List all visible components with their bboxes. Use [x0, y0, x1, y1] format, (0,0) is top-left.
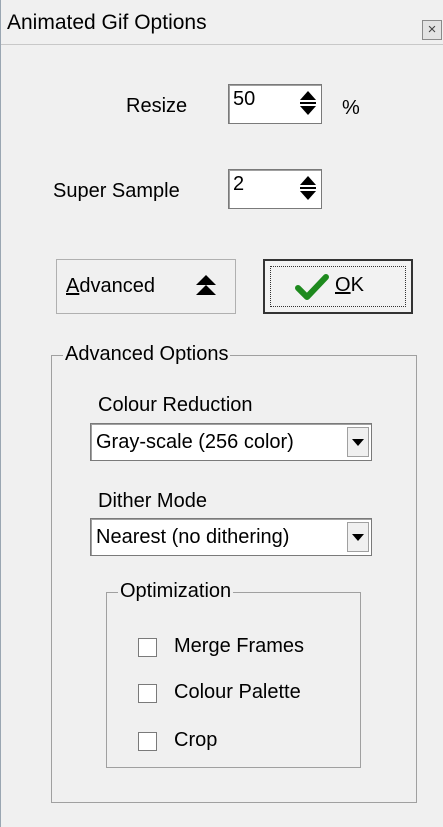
resize-label: Resize	[126, 95, 188, 117]
resize-unit: %	[342, 97, 360, 119]
colour-reduction-label: Colour Reduction	[98, 394, 253, 416]
animated-gif-options-dialog: Animated Gif Options × Resize 50 % Super…	[0, 0, 443, 827]
advanced-mnemonic: A	[66, 275, 80, 297]
spin-updown-icon[interactable]	[298, 90, 318, 116]
super-sample-value[interactable]: 2	[233, 173, 244, 196]
dither-mode-select[interactable]: Nearest (no dithering)	[90, 518, 372, 556]
ok-label: K	[350, 274, 364, 296]
checkmark-icon	[295, 274, 329, 300]
ok-button[interactable]: OK	[263, 259, 413, 314]
advanced-options-title: Advanced Options	[63, 343, 231, 366]
close-button[interactable]: ×	[422, 20, 442, 40]
resize-spinner[interactable]: 50	[228, 84, 322, 124]
chevron-down-icon	[352, 534, 364, 541]
super-sample-spin-arrows[interactable]	[298, 175, 318, 201]
resize-value[interactable]: 50	[233, 88, 255, 111]
colour-palette-checkbox[interactable]	[138, 684, 157, 703]
title-bar: Animated Gif Options ×	[1, 0, 443, 45]
merge-frames-label[interactable]: Merge Frames	[174, 635, 304, 658]
advanced-label: dvanced	[79, 275, 155, 297]
merge-frames-checkbox[interactable]	[138, 638, 157, 657]
colour-reduction-value: Gray-scale (256 color)	[96, 431, 294, 453]
ok-mnemonic: O	[335, 274, 351, 296]
colour-reduction-select[interactable]: Gray-scale (256 color)	[90, 423, 372, 461]
colour-palette-label[interactable]: Colour Palette	[174, 681, 301, 704]
chevron-down-icon	[352, 439, 364, 446]
super-sample-label: Super Sample	[53, 180, 180, 202]
super-sample-spinner[interactable]: 2	[228, 169, 322, 209]
dither-mode-label: Dither Mode	[98, 490, 207, 512]
dither-mode-value: Nearest (no dithering)	[96, 526, 290, 548]
crop-label[interactable]: Crop	[174, 729, 217, 752]
crop-checkbox[interactable]	[138, 732, 157, 751]
colour-reduction-dropdown-button[interactable]	[347, 427, 369, 457]
advanced-button[interactable]: Advanced	[56, 259, 236, 314]
collapse-up-icon	[196, 275, 216, 295]
window-title: Animated Gif Options	[7, 11, 207, 34]
resize-spin-arrows[interactable]	[298, 90, 318, 116]
close-icon: ×	[427, 21, 437, 38]
dither-mode-dropdown-button[interactable]	[347, 522, 369, 552]
spin-updown-icon[interactable]	[298, 175, 318, 201]
optimization-title: Optimization	[118, 580, 234, 603]
